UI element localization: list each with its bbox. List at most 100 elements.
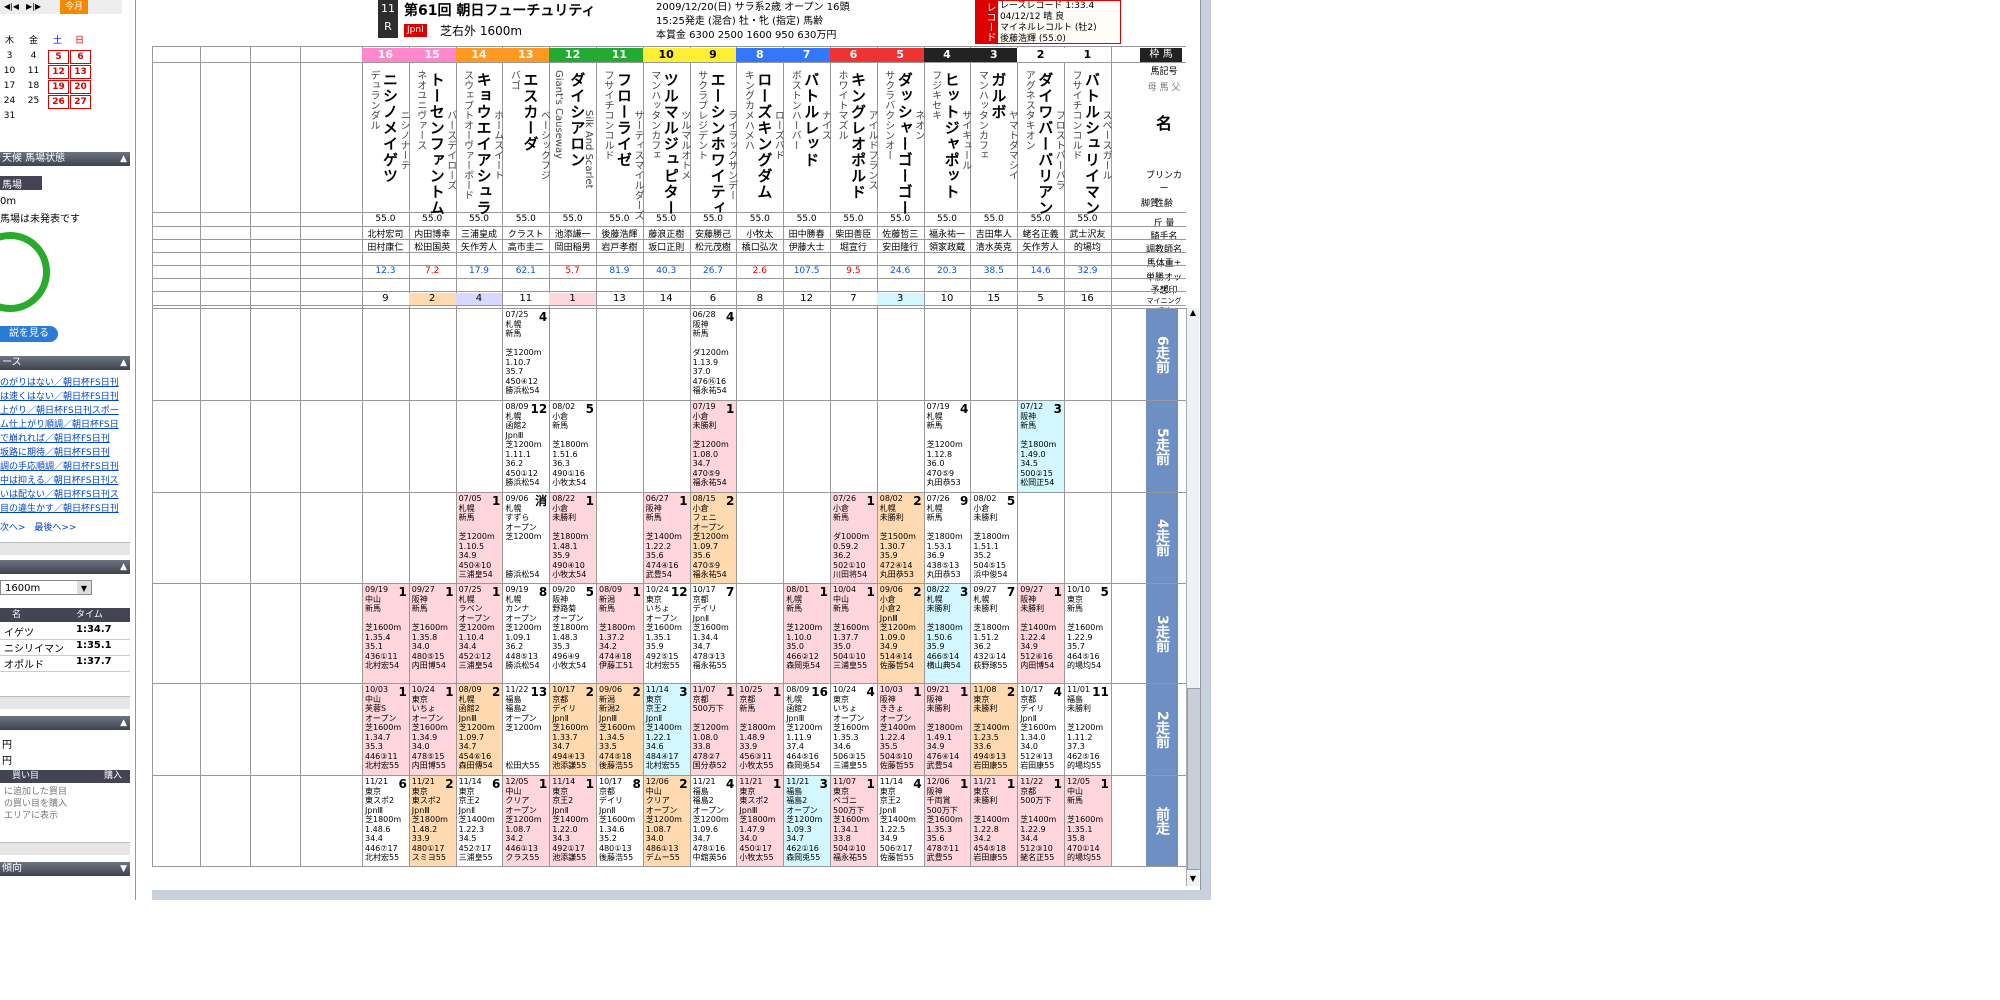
collapse-icon[interactable]: ▼ xyxy=(120,862,127,876)
horse-name[interactable]: ダッシャーゴーゴー xyxy=(895,72,916,216)
calendar-day[interactable]: 4 xyxy=(24,49,43,63)
past-run-cell[interactable]: 08/09 札幌 函館2 JpnⅢ 芝1200m 1.11.9 37.4 464… xyxy=(784,684,830,775)
past-run-cell[interactable]: 10/17 京都 デイリ JpnⅡ 芝1600m 1.34.0 34.0 512… xyxy=(1018,684,1064,775)
video-button[interactable]: 説を見る xyxy=(0,326,58,342)
collapse-icon[interactable]: ▲ xyxy=(120,560,127,574)
past-run-cell[interactable]: 12/06 阪神 千両賞 500万下 芝1600m 1.35.3 35.6 47… xyxy=(924,776,971,866)
past-run-cell[interactable]: 09/06 小倉 小倉2 JpnⅢ 芝1200m 1.09.0 34.9 514… xyxy=(877,584,924,683)
calendar-day-race[interactable]: 20 xyxy=(70,80,91,94)
calendar-day-race[interactable]: 6 xyxy=(70,50,91,64)
grid-vertical-scrollbar[interactable]: ▲ ▼ xyxy=(1186,308,1201,886)
news-last-link[interactable]: 最後へ>> xyxy=(34,523,76,533)
past-run-cell[interactable]: 09/27 札幌 未勝利 芝1800m 1.51.2 36.2 432①14 荻… xyxy=(971,584,1018,683)
past-run-cell[interactable]: 11/21 東京 未勝利 芝1400m 1.22.8 34.2 454⑤18 岩… xyxy=(971,776,1018,866)
past-run-cell[interactable]: 09/21 阪神 未勝利 芝1800m 1.49.1 34.9 476④14 武… xyxy=(924,684,971,775)
news-item[interactable]: 中は抑える／朝日杯FS日刊ス xyxy=(0,473,135,486)
past-run-cell[interactable]: 08/02 小倉 新馬 芝1800m 1.51.6 36.3 490①16 小牧… xyxy=(550,401,596,492)
past-winners-horizontal-scrollbar[interactable] xyxy=(0,696,130,709)
scroll-up-icon[interactable]: ▲ xyxy=(1187,308,1199,318)
past-run-cell[interactable]: 07/05 札幌 新馬 芝1200m 1.10.5 34.9 450④10 三浦… xyxy=(456,493,503,583)
past-run-cell[interactable]: 07/12 阪神 新馬 芝1800m 1.49.0 34.5 500②15 松岡… xyxy=(1018,401,1064,492)
sidebar-vertical-scrollbar[interactable] xyxy=(135,0,136,900)
collapse-icon[interactable]: ▲ xyxy=(120,152,127,166)
past-run-cell[interactable]: 11/21 東京 東スポ2 JpnⅢ 芝1800m 1.48.6 34.4 44… xyxy=(363,776,409,866)
chevron-down-icon[interactable]: ▼ xyxy=(77,581,91,594)
calendar-day[interactable]: 3 xyxy=(0,49,19,63)
past-run-cell[interactable]: 09/27 阪神 未勝利 芝1400m 1.22.4 34.9 512⑥16 内… xyxy=(1018,584,1064,683)
news-item[interactable]: いは配ない／朝日杯FS日刊ス xyxy=(0,487,135,500)
news-item[interactable]: 坂路に期待／朝日杯FS日刊 xyxy=(0,445,135,458)
past-run-cell[interactable]: 09/06 札幌 すずら オープン 芝1200m 勝浜松54 消 xyxy=(503,493,550,583)
calendar-day[interactable]: 31 xyxy=(0,109,19,123)
table-row[interactable]: ニシリイマン 1:35.1 xyxy=(0,640,130,656)
past-run-cell[interactable]: 07/25 札幌 ラベン オープン 芝1200m 1.10.4 34.4 452… xyxy=(456,584,503,683)
collapse-icon[interactable]: ▲ xyxy=(120,716,127,730)
calendar-nav-prev[interactable]: ◀|◀ xyxy=(4,2,19,11)
past-run-cell[interactable]: 07/19 札幌 新馬 芝1200m 1.12.8 36.0 470⑤9 丸田恭… xyxy=(924,401,971,492)
calendar-day[interactable]: 24 xyxy=(0,94,19,108)
past-run-cell[interactable]: 11/22 福島 福島2 オープン 芝1200m 松田大55 13 xyxy=(503,684,550,775)
past-run-cell[interactable]: 08/09 新潟 新馬 芝1800m 1.37.2 34.2 474④18 伊藤… xyxy=(597,584,643,683)
past-run-cell[interactable]: 06/28 阪神 新馬 ダ1200m 1.13.9 37.0 476⑯16 福永… xyxy=(690,309,737,400)
past-run-cell[interactable]: 10/24 東京 いちょ オープン 芝1600m 1.35.3 34.6 506… xyxy=(831,684,877,775)
news-item[interactable]: 目の違生かす／朝日杯FS日刊 xyxy=(0,501,135,514)
past-run-cell[interactable]: 08/09 札幌 函館2 JpnⅢ 芝1200m 1.09.7 34.7 454… xyxy=(456,684,503,775)
past-run-cell[interactable]: 11/21 東京 東スポ2 JpnⅢ 芝1800m 1.48.2 33.9 48… xyxy=(409,776,456,866)
past-run-cell[interactable]: 10/24 東京 いちょ オープン 芝1600m 1.34.9 34.0 478… xyxy=(409,684,456,775)
past-run-cell[interactable]: 06/27 阪神 新馬 芝1400m 1.22.2 35.6 474④16 武豊… xyxy=(643,493,690,583)
past-run-cell[interactable]: 10/24 東京 いちょ オープン 芝1600m 1.35.1 35.9 492… xyxy=(643,584,690,683)
past-run-cell[interactable]: 07/19 小倉 未勝利 芝1200m 1.08.0 34.7 470⑤9 福永… xyxy=(690,401,737,492)
past-run-cell[interactable]: 08/02 小倉 未勝利 芝1800m 1.51.1 35.2 504⑤15 浜… xyxy=(971,493,1018,583)
past-run-cell[interactable]: 09/20 阪神 野路菊 オープン 芝1800m 1.48.3 35.3 496… xyxy=(550,584,596,683)
past-run-cell[interactable]: 11/14 東京 京王2 JpnⅡ 芝1400m 1.22.0 34.3 492… xyxy=(550,776,596,866)
table-row[interactable]: イゲツ 1:34.7 xyxy=(0,624,130,640)
past-run-cell[interactable]: 09/19 中山 新馬 芝1600m 1.35.4 35.1 436①11 北村… xyxy=(363,584,409,683)
past-run-cell[interactable]: 07/26 小倉 新馬 ダ1000m 0.59.2 36.2 502①10 川田… xyxy=(831,493,877,583)
calendar-day-race[interactable]: 5 xyxy=(48,50,69,64)
main-vertical-scrollbar[interactable] xyxy=(1200,0,1211,900)
past-run-cell[interactable]: 12/05 中山 クリア オープン 芝1200m 1.08.7 34.2 446… xyxy=(503,776,550,866)
past-run-cell[interactable]: 08/22 小倉 未勝利 芝1800m 1.48.1 35.9 490④10 小… xyxy=(550,493,596,583)
calendar-day-race[interactable]: 27 xyxy=(70,95,91,109)
distance-select[interactable]: 1600m ▼ xyxy=(0,580,92,595)
past-run-cell[interactable]: 11/14 東京 京王2 JpnⅡ 芝1400m 1.22.1 34.6 484… xyxy=(643,684,690,775)
scroll-down-icon[interactable]: ▼ xyxy=(1187,874,1199,884)
news-next-link[interactable]: 次へ> xyxy=(0,523,26,533)
betting-horizontal-scrollbar[interactable] xyxy=(0,842,130,855)
past-run-cell[interactable]: 10/17 京都 デイリ JpnⅡ 芝1600m 1.33.7 34.7 494… xyxy=(550,684,596,775)
calendar-day-race[interactable]: 19 xyxy=(48,80,69,94)
past-run-cell[interactable]: 08/22 札幌 未勝利 芝1800m 1.50.6 35.9 466⑤14 横… xyxy=(924,584,971,683)
calendar-day[interactable]: 25 xyxy=(24,94,43,108)
past-run-cell[interactable]: 12/05 中山 新馬 芝1600m 1.35.1 35.8 470①14 的場… xyxy=(1065,776,1111,866)
scroll-thumb[interactable] xyxy=(1187,688,1201,870)
past-run-cell[interactable]: 09/06 新潟 新潟2 JpnⅢ 芝1600m 1.34.5 33.5 474… xyxy=(597,684,643,775)
past-run-cell[interactable]: 09/27 阪神 新馬 芝1600m 1.35.8 34.0 480⑤15 内田… xyxy=(409,584,456,683)
past-run-cell[interactable]: 09/19 札幌 カンナ オープン 芝1200m 1.09.1 36.2 448… xyxy=(503,584,550,683)
past-run-cell[interactable]: 08/01 札幌 新馬 芝1200m 1.10.0 35.0 466②12 森岡… xyxy=(784,584,830,683)
news-item[interactable]: ム仕上がり順調／朝日杯FS日 xyxy=(0,417,135,430)
news-item[interactable]: のがりはない／朝日杯FS日刊 xyxy=(0,375,135,388)
past-run-cell[interactable]: 11/07 東京 ベゴニ 500万下 芝1600m 1.34.1 33.8 50… xyxy=(831,776,877,866)
news-item[interactable]: は速くはない／朝日杯FS日刊 xyxy=(0,389,135,402)
past-run-cell[interactable]: 10/03 阪神 ききょ オープン 芝1400m 1.22.4 35.5 504… xyxy=(877,684,924,775)
past-run-cell[interactable]: 12/06 中山 クリア オープン 芝1200m 1.08.7 34.0 486… xyxy=(643,776,690,866)
past-run-cell[interactable]: 10/17 京都 デイリ JpnⅡ 芝1600m 1.34.4 34.7 478… xyxy=(690,584,737,683)
past-run-cell[interactable]: 11/07 京都 500万下 芝1200m 1.08.0 33.8 478②7 … xyxy=(690,684,737,775)
collapse-icon[interactable]: ▲ xyxy=(120,356,127,370)
past-run-cell[interactable]: 08/15 小倉 フェニ オープン 芝1200m 1.09.7 35.6 470… xyxy=(690,493,737,583)
past-run-cell[interactable]: 10/03 中山 芙蓉S オープン 芝1600m 1.34.7 35.3 446… xyxy=(363,684,409,775)
past-run-cell[interactable]: 10/04 中山 新馬 芝1600m 1.37.7 35.0 504①10 三浦… xyxy=(831,584,877,683)
calendar-day-race[interactable]: 26 xyxy=(48,95,69,109)
news-horizontal-scrollbar[interactable] xyxy=(0,542,130,555)
past-run-cell[interactable]: 11/21 福島 福島2 オープン 芝1200m 1.09.6 34.7 478… xyxy=(690,776,737,866)
past-run-cell[interactable]: 11/22 京都 500万下 芝1400m 1.22.9 34.4 512③10… xyxy=(1018,776,1064,866)
past-run-cell[interactable]: 11/21 東京 東スポ2 JpnⅢ 芝1800m 1.47.9 34.0 45… xyxy=(737,776,784,866)
past-run-cell[interactable]: 10/17 京都 デイリ JpnⅡ 芝1600m 1.34.6 35.2 480… xyxy=(597,776,643,866)
calendar-day[interactable]: 11 xyxy=(24,64,43,78)
news-item[interactable]: で崩れれば／朝日杯FS日刊 xyxy=(0,431,135,444)
past-run-cell[interactable]: 11/08 東京 未勝利 芝1400m 1.23.5 33.6 494⑤13 岩… xyxy=(971,684,1018,775)
past-run-cell[interactable]: 11/14 東京 京王2 JpnⅡ 芝1400m 1.22.3 34.5 452… xyxy=(456,776,503,866)
calendar-day[interactable]: 18 xyxy=(24,79,43,93)
news-item[interactable]: 上がり／朝日杯FS日刊スポー xyxy=(0,403,135,416)
past-run-cell[interactable]: 11/14 東京 京王2 JpnⅡ 芝1400m 1.22.5 34.9 506… xyxy=(877,776,924,866)
